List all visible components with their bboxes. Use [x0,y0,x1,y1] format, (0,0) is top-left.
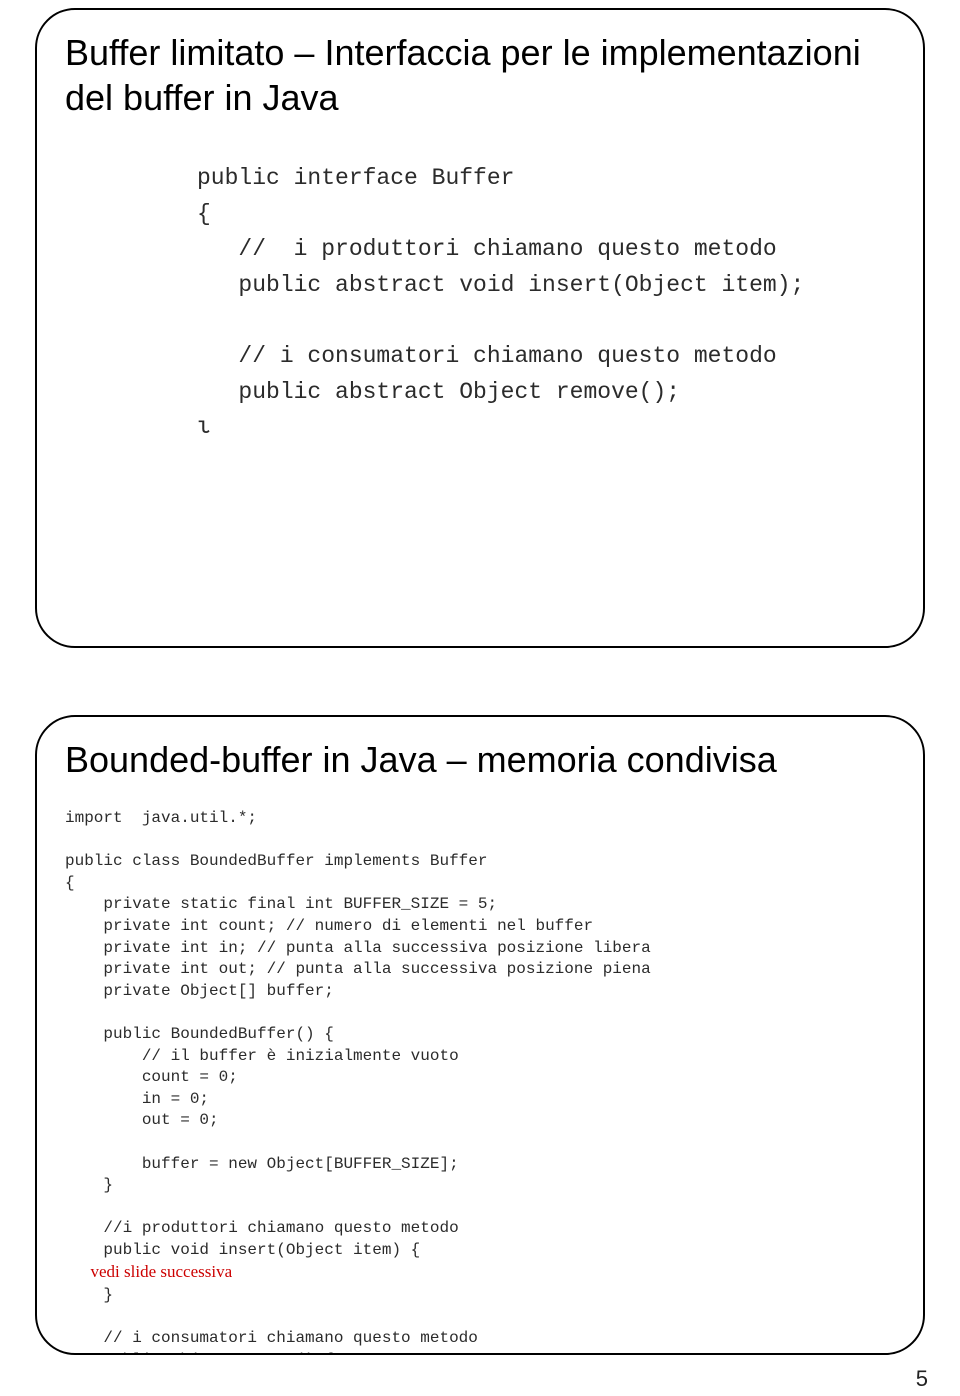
code-line: buffer = new Object[BUFFER_SIZE]; [65,1155,459,1173]
code-line: //i produttori chiamano questo metodo [65,1219,459,1237]
code-line: { [197,201,211,227]
code-line: // il buffer è inizialmente vuoto [65,1047,459,1065]
slide-1-title: Buffer limitato – Interfaccia per le imp… [65,30,895,120]
code-line: private static final int BUFFER_SIZE = 5… [65,895,497,913]
code-block-1: public interface Buffer { // i produttor… [197,161,773,446]
code-line: public interface Buffer [197,165,514,191]
page: Buffer limitato – Interfaccia per le imp… [0,0,960,1396]
code-line: // i produttori chiamano questo metodo [197,236,777,262]
code-line: private Object[] buffer; [65,982,334,1000]
code-line: } [65,1176,113,1194]
code-line: count = 0; [65,1068,238,1086]
code-line: private int count; // numero di elementi… [65,917,593,935]
code-line: private int out; // punta alla successiv… [65,960,651,978]
code-line: public class BoundedBuffer implements Bu… [65,852,487,870]
code-box-1: public interface Buffer { // i produttor… [180,146,790,526]
code-line: out = 0; [65,1111,219,1129]
code-line: private int in; // punta alla successiva… [65,939,651,957]
code-line: public abstract void insert(Object item)… [197,272,804,298]
code-line: public void insert(Object item) { [65,1241,420,1259]
code-line [197,308,211,334]
code-line: // i consumatori chiamano questo metodo [65,1329,478,1347]
code-line: public Object remove() { [65,1351,334,1355]
code-line: public BoundedBuffer() { [65,1025,334,1043]
code-line-red: vedi slide successiva [65,1262,232,1281]
code-line: ι [197,414,211,440]
code-line: { [65,874,75,892]
code-line: } [65,1286,113,1304]
page-number: 5 [916,1366,928,1392]
slide-2: Bounded-buffer in Java – memoria condivi… [35,715,925,1355]
code-line: // i consumatori chiamano questo metodo [197,343,777,369]
code-line: public abstract Object remove(); [197,379,680,405]
code-line: import java.util.*; [65,809,257,827]
code-block-2: import java.util.*; public class Bounded… [65,808,895,1355]
slide-2-title: Bounded-buffer in Java – memoria condivi… [65,737,895,782]
code-line: in = 0; [65,1090,209,1108]
slide-1: Buffer limitato – Interfaccia per le imp… [35,8,925,648]
